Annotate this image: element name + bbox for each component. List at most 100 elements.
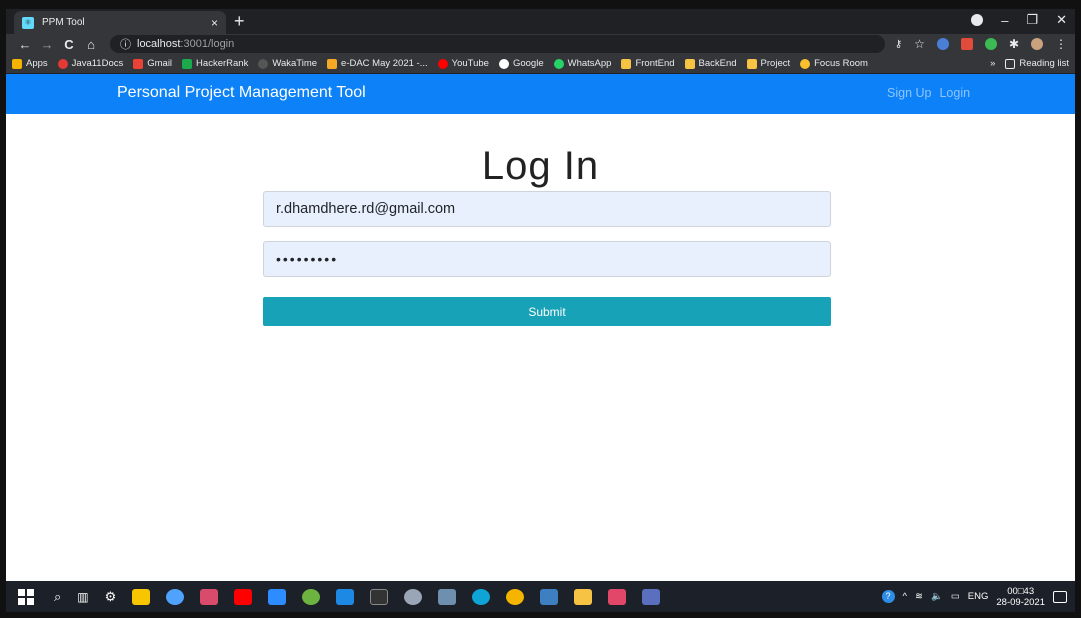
extension-icon[interactable] [936, 38, 949, 50]
whatsapp-icon [553, 58, 564, 69]
react-favicon-icon: ⚛ [22, 16, 34, 29]
browser-tab-strip: ⚛ PPM Tool × + – ❐ ✕ [6, 9, 1075, 34]
browser-toolbar: ← → C ⌂ ⓘ localhost :3001/login ⚷ ☆ ✱ ⋮ [6, 34, 1075, 54]
extension-icons: ⚷ ☆ ✱ ⋮ [895, 37, 1067, 51]
window-controls: – ❐ ✕ [971, 12, 1067, 28]
signup-link[interactable]: Sign Up [887, 86, 931, 100]
address-host: localhost [137, 38, 181, 50]
notification-icon[interactable] [1053, 590, 1067, 603]
puzzle-icon[interactable]: ✱ [1009, 37, 1019, 51]
address-path: :3001/login [180, 38, 235, 50]
site-info-icon[interactable]: ⓘ [120, 36, 131, 52]
task-view-icon[interactable]: ▥ [77, 590, 88, 604]
search-icon[interactable]: ⌕ [54, 589, 61, 605]
screen: ⚛ PPM Tool × + – ❐ ✕ ← → C ⌂ ⓘ localhost… [0, 0, 1081, 618]
bookmark-google[interactable]: Google [498, 58, 544, 69]
apps-grid-icon [12, 58, 22, 69]
sticky-notes-icon[interactable] [132, 588, 151, 605]
mysql-workbench-icon[interactable] [438, 588, 457, 605]
extension-icon[interactable] [960, 38, 973, 50]
settings-icon[interactable]: ⚙ [105, 589, 117, 605]
address-bar[interactable]: ⓘ localhost :3001/login [110, 35, 885, 53]
bookmark-wakatime[interactable]: WakaTime [258, 58, 317, 69]
windows-start-icon[interactable] [18, 588, 34, 605]
restore-button[interactable]: ❐ [1026, 12, 1038, 28]
extension-icon[interactable] [984, 38, 997, 50]
youtube-app-icon[interactable] [234, 588, 253, 605]
login-page: Log In r.dhamdhere.rd@gmail.com ••••••••… [6, 114, 1075, 543]
menu-icon[interactable]: ⋮ [1055, 37, 1067, 51]
edac-icon [327, 58, 338, 69]
reload-button[interactable]: C [58, 37, 80, 52]
login-link[interactable]: Login [939, 86, 970, 100]
new-tab-button[interactable]: + [234, 11, 245, 32]
chrome-icon[interactable] [506, 588, 525, 605]
network-icon[interactable]: ≋ [915, 591, 923, 602]
reading-list-button[interactable]: Reading list [1005, 58, 1069, 69]
shield-icon[interactable] [404, 588, 423, 605]
help-icon[interactable]: ? [881, 590, 895, 603]
bookmarks-overflow-button[interactable]: » [990, 58, 995, 69]
password-field[interactable]: ••••••••• [263, 241, 831, 277]
reading-list-icon [1005, 58, 1016, 69]
people-icon[interactable] [166, 588, 185, 605]
folder-icon [684, 58, 695, 69]
system-tray: ? ^ ≋ 🔈 ▭ ENG 00□43 28-09-2021 [881, 581, 1067, 612]
bookmark-project[interactable]: Project [746, 58, 790, 69]
bookmark-whatsapp[interactable]: WhatsApp [553, 58, 611, 69]
nav-links: Sign Up Login [887, 86, 970, 100]
bookmark-java11docs[interactable]: Java11Docs [57, 58, 123, 69]
zoom-icon[interactable] [268, 588, 287, 605]
minimize-button[interactable]: – [1001, 13, 1008, 28]
profile-dot-icon[interactable] [971, 14, 984, 26]
bookmark-hackerrank[interactable]: HackerRank [182, 58, 248, 69]
brand-link[interactable]: Personal Project Management Tool [117, 84, 366, 102]
clock-date: 28-09-2021 [996, 596, 1045, 608]
forward-button[interactable]: → [36, 37, 58, 52]
vscode-icon[interactable] [336, 588, 355, 605]
edge-icon[interactable] [472, 588, 491, 605]
back-button[interactable]: ← [14, 37, 36, 52]
submit-button[interactable]: Submit [263, 297, 831, 326]
tab-title: PPM Tool [42, 17, 85, 28]
battery-icon[interactable]: ▭ [951, 591, 960, 602]
clock[interactable]: 00□43 28-09-2021 [996, 586, 1045, 608]
bookmark-youtube[interactable]: YouTube [437, 58, 489, 69]
language-indicator[interactable]: ENG [968, 591, 989, 602]
file-explorer-icon[interactable] [574, 588, 593, 605]
volume-icon[interactable]: 🔈 [931, 591, 943, 602]
eclipse-icon[interactable] [642, 588, 661, 605]
bookmark-edac[interactable]: e-DAC May 2021 -... [327, 58, 428, 69]
windows-taskbar: ⌕ ▥ ⚙ ? ^ ≋ 🔈 ▭ ENG 00□43 28-09-2021 [6, 581, 1075, 612]
youtube-icon [437, 58, 448, 69]
focus-room-icon [800, 58, 811, 69]
tab-close-icon[interactable]: × [211, 16, 218, 30]
hackerrank-icon [182, 58, 193, 69]
bookmark-apps[interactable]: Apps [12, 58, 48, 69]
mail-icon[interactable] [200, 588, 219, 605]
wakatime-icon [258, 58, 269, 69]
folder-icon [746, 58, 757, 69]
bookmark-gmail[interactable]: Gmail [133, 58, 172, 69]
page-title: Log In [481, 144, 600, 188]
star-icon[interactable]: ☆ [914, 37, 925, 51]
home-button[interactable]: ⌂ [80, 37, 102, 52]
browser-tab[interactable]: ⚛ PPM Tool × [14, 11, 226, 34]
google-icon [498, 58, 509, 69]
oracle-icon [57, 58, 68, 69]
close-window-button[interactable]: ✕ [1056, 12, 1067, 28]
folder-icon [621, 58, 632, 69]
bookmarks-bar: Apps Java11Docs Gmail HackerRank WakaTim… [6, 54, 1075, 74]
sql-developer-icon[interactable] [540, 588, 559, 605]
tray-chevron-icon[interactable]: ^ [903, 591, 907, 602]
key-icon[interactable]: ⚷ [895, 39, 902, 50]
bookmark-focus-room[interactable]: Focus Room [800, 58, 868, 69]
avatar[interactable] [1031, 38, 1043, 50]
terminal-icon[interactable] [370, 588, 389, 605]
intellij-icon[interactable] [608, 588, 627, 605]
gmail-icon [133, 58, 144, 69]
spring-tool-icon[interactable] [302, 588, 321, 605]
bookmark-backend[interactable]: BackEnd [684, 58, 737, 69]
email-field[interactable]: r.dhamdhere.rd@gmail.com [263, 191, 831, 227]
bookmark-frontend[interactable]: FrontEnd [621, 58, 675, 69]
